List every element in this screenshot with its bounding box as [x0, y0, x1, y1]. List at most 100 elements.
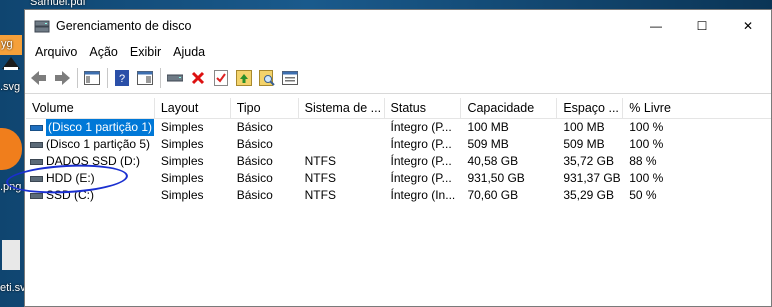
- livre-cell: 100 %: [629, 137, 664, 151]
- status-cell: Íntegro (P...: [390, 120, 452, 134]
- volume-cell: DADOS SSD (D:): [26, 153, 155, 170]
- volume-cell: HDD (E:): [26, 170, 155, 187]
- toolbar-separator: [160, 68, 161, 88]
- capacidade-cell: 100 MB: [467, 120, 509, 134]
- toolbar: ?: [25, 63, 771, 94]
- column-header-status[interactable]: Status: [385, 98, 462, 118]
- volume-name: DADOS SSD (D:): [46, 154, 141, 168]
- disk-management-icon: [34, 19, 50, 33]
- volume-icon: [30, 175, 43, 182]
- fs-cell: [299, 136, 385, 153]
- column-header-livre[interactable]: % Livre: [623, 98, 771, 118]
- espaco-cell: 35,72 GB: [563, 154, 615, 168]
- livre-cell: 100 %: [629, 171, 664, 185]
- menu-arquivo[interactable]: Arquivo: [29, 45, 83, 59]
- forward-icon[interactable]: [51, 67, 73, 89]
- check-icon[interactable]: [210, 67, 232, 89]
- volume-cell: (Disco 1 partição 1): [26, 119, 155, 136]
- toolbar-separator: [77, 68, 78, 88]
- column-header-espaco[interactable]: Espaço ...: [557, 98, 624, 118]
- desktop-label: Samuel.pdf: [30, 0, 86, 8]
- layout-cell: Simples: [160, 171, 204, 185]
- column-header-tipo[interactable]: Tipo: [231, 98, 299, 118]
- table-row[interactable]: (Disco 1 partição 1) Simples Básico Ínte…: [26, 119, 771, 136]
- tipo-cell: Básico: [236, 120, 273, 134]
- desktop-label: .png: [0, 181, 22, 193]
- desktop-label: yg: [1, 38, 13, 50]
- volume-icon: [30, 192, 43, 199]
- volume-name: HDD (E:): [46, 171, 95, 185]
- import-icon[interactable]: [233, 67, 255, 89]
- capacidade-cell: 931,50 GB: [467, 171, 525, 185]
- fs-cell: [299, 119, 385, 136]
- fs-cell: NTFS: [304, 171, 336, 185]
- desktop-label: .svg: [0, 81, 21, 93]
- status-cell: Íntegro (P...: [390, 154, 452, 168]
- volume-name: (Disco 1 partição 5): [46, 137, 151, 151]
- column-header-row: Volume Layout Tipo Sistema de ... Status…: [26, 98, 771, 119]
- column-header-capacidade[interactable]: Capacidade: [461, 98, 558, 118]
- desktop-file-icon[interactable]: [2, 240, 20, 270]
- tipo-cell: Básico: [236, 154, 273, 168]
- close-button[interactable]: ✕: [725, 10, 771, 41]
- espaco-cell: 100 MB: [563, 120, 605, 134]
- table-row[interactable]: DADOS SSD (D:) Simples Básico NTFS Ínteg…: [26, 153, 771, 170]
- layout-cell: Simples: [160, 188, 204, 202]
- volume-cell: SSD (C:): [26, 187, 155, 204]
- status-cell: Íntegro (In...: [390, 188, 456, 202]
- delete-icon[interactable]: [187, 67, 209, 89]
- table-row[interactable]: HDD (E:) Simples Básico NTFS Íntegro (P.…: [26, 170, 771, 187]
- volume-icon: [30, 158, 43, 165]
- livre-cell: 50 %: [629, 188, 657, 202]
- status-cell: Íntegro (P...: [390, 171, 452, 185]
- minimize-icon: —: [650, 18, 662, 33]
- title-bar[interactable]: Gerenciamento de disco — ☐ ✕: [25, 10, 771, 41]
- toolbar-separator: [107, 68, 108, 88]
- search-icon[interactable]: [256, 67, 278, 89]
- desktop-app-icon[interactable]: [0, 128, 22, 170]
- minimize-button[interactable]: —: [633, 10, 679, 41]
- livre-cell: 88 %: [629, 154, 657, 168]
- back-icon[interactable]: [28, 67, 50, 89]
- volume-name: (Disco 1 partição 1): [46, 119, 155, 136]
- espaco-cell: 509 MB: [563, 137, 605, 151]
- menu-bar: Arquivo Ação Exibir Ajuda: [25, 41, 771, 63]
- capacidade-cell: 509 MB: [467, 137, 509, 151]
- fs-cell: NTFS: [304, 154, 336, 168]
- close-icon: ✕: [742, 18, 754, 33]
- properties-icon[interactable]: [134, 67, 156, 89]
- menu-acao[interactable]: Ação: [83, 45, 124, 59]
- menu-ajuda[interactable]: Ajuda: [167, 45, 211, 59]
- layout-cell: Simples: [160, 137, 204, 151]
- window-title: Gerenciamento de disco: [56, 18, 192, 33]
- volume-icon: [30, 124, 43, 131]
- espaco-cell: 35,29 GB: [563, 188, 615, 202]
- settings-icon[interactable]: [279, 67, 301, 89]
- maximize-button[interactable]: ☐: [679, 10, 725, 41]
- column-header-layout[interactable]: Layout: [155, 98, 231, 118]
- capacidade-cell: 70,60 GB: [467, 188, 519, 202]
- table-row[interactable]: (Disco 1 partição 5) Simples Básico Ínte…: [26, 136, 771, 153]
- column-header-volume[interactable]: Volume: [26, 98, 155, 118]
- column-header-sistema[interactable]: Sistema de ...: [299, 98, 385, 118]
- volume-cell: (Disco 1 partição 5): [26, 136, 155, 153]
- maximize-icon: ☐: [696, 18, 708, 33]
- inkscape-icon[interactable]: [2, 57, 20, 71]
- fs-cell: NTFS: [304, 188, 336, 202]
- tipo-cell: Básico: [236, 171, 273, 185]
- console-tree-icon[interactable]: [81, 67, 103, 89]
- livre-cell: 100 %: [629, 120, 664, 134]
- espaco-cell: 931,37 GB: [563, 171, 621, 185]
- menu-exibir[interactable]: Exibir: [124, 45, 167, 59]
- volume-name: SSD (C:): [46, 188, 94, 202]
- table-row[interactable]: SSD (C:) Simples Básico NTFS Íntegro (In…: [26, 187, 771, 204]
- layout-cell: Simples: [160, 120, 204, 134]
- help-icon[interactable]: ?: [111, 67, 133, 89]
- disk-management-window: Gerenciamento de disco — ☐ ✕ Arquivo Açã…: [24, 9, 772, 307]
- layout-cell: Simples: [160, 154, 204, 168]
- volume-list: Volume Layout Tipo Sistema de ... Status…: [26, 98, 771, 306]
- capacidade-cell: 40,58 GB: [467, 154, 519, 168]
- connect-icon[interactable]: [164, 67, 186, 89]
- status-cell: Íntegro (P...: [390, 137, 452, 151]
- tipo-cell: Básico: [236, 137, 273, 151]
